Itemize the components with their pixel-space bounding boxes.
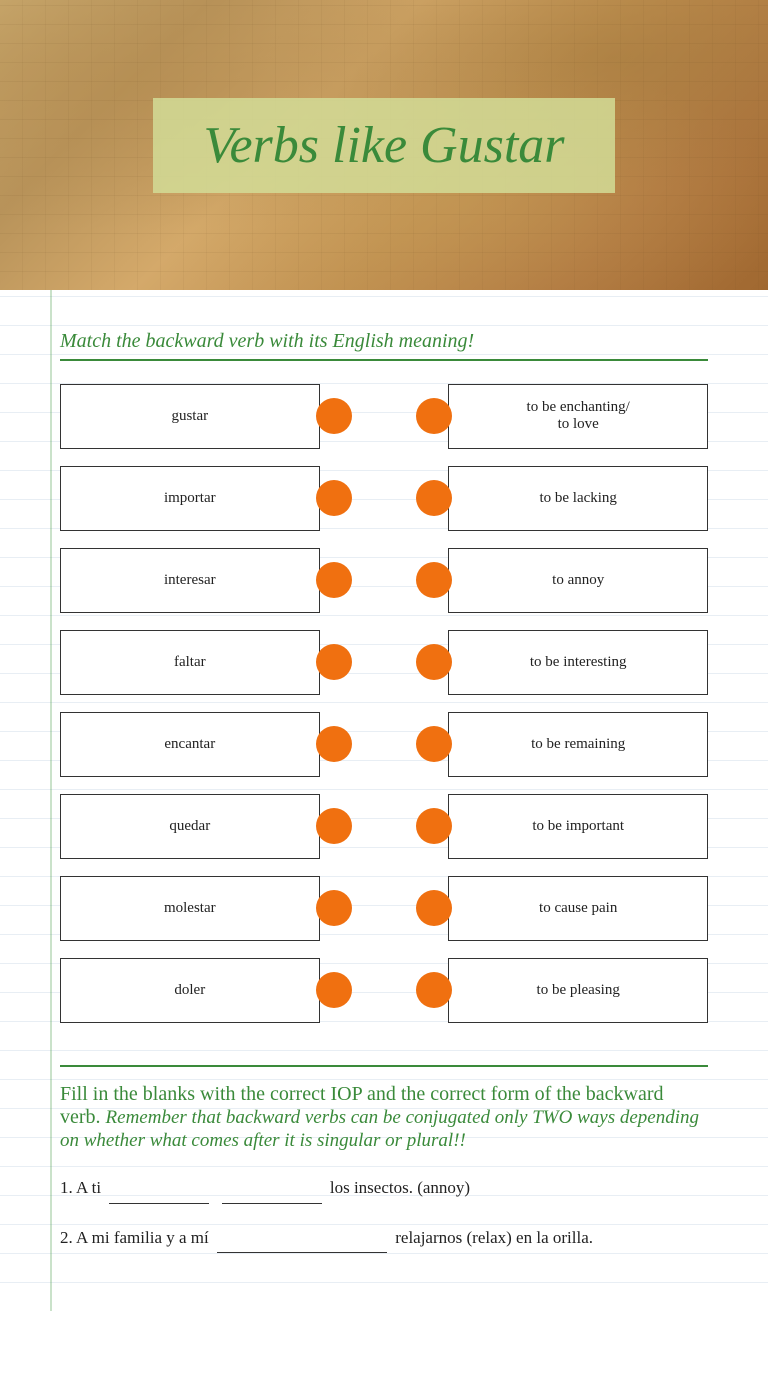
connector-dot[interactable] (316, 972, 352, 1008)
list-item: to be remaining (416, 709, 708, 779)
list-item: gustar (60, 381, 352, 451)
connector-dot[interactable] (316, 726, 352, 762)
blank-verb-1[interactable] (222, 1172, 322, 1204)
list-item: molestar (60, 873, 352, 943)
blank-iop-1[interactable] (109, 1172, 209, 1204)
list-item: interesar (60, 545, 352, 615)
connector-dot[interactable] (416, 398, 452, 434)
connector-dot[interactable] (416, 644, 452, 680)
connector-dot[interactable] (416, 890, 452, 926)
meaning-box-important[interactable]: to be important (448, 794, 708, 859)
list-item: to cause pain (416, 873, 708, 943)
section2-instructions: Fill in the blanks with the correct IOP … (60, 1083, 708, 1152)
connector-dot[interactable] (416, 562, 452, 598)
connector-dot[interactable] (316, 644, 352, 680)
section2: Fill in the blanks with the correct IOP … (60, 1065, 708, 1253)
verb-box-quedar[interactable]: quedar (60, 794, 320, 859)
meaning-box-annoy[interactable]: to annoy (448, 548, 708, 613)
header-banner: Verbs like Gustar (0, 0, 768, 290)
verb-box-interesar[interactable]: interesar (60, 548, 320, 613)
verb-box-encantar[interactable]: encantar (60, 712, 320, 777)
exercise-2: 2. A mi familia y a mí relajarnos (relax… (60, 1222, 708, 1254)
exercise-suffix-2: relajarnos (relax) en la orilla. (395, 1228, 593, 1247)
exercise-1: 1. A ti los insectos. (annoy) (60, 1172, 708, 1204)
meaning-box-pain[interactable]: to cause pain (448, 876, 708, 941)
exercise-number: 1. A ti (60, 1178, 105, 1197)
meaning-box-pleasing[interactable]: to be pleasing (448, 958, 708, 1023)
list-item: encantar (60, 709, 352, 779)
list-item: to be lacking (416, 463, 708, 533)
verb-box-molestar[interactable]: molestar (60, 876, 320, 941)
list-item: importar (60, 463, 352, 533)
exercises: 1. A ti los insectos. (annoy) 2. A mi fa… (60, 1172, 708, 1253)
verb-box-importar[interactable]: importar (60, 466, 320, 531)
instruction-italic: Remember that backward verbs can be conj… (60, 1107, 699, 1151)
verb-box-doler[interactable]: doler (60, 958, 320, 1023)
meaning-box-interesting[interactable]: to be interesting (448, 630, 708, 695)
section1-title: Match the backward verb with its English… (60, 330, 708, 361)
connector-dot[interactable] (316, 808, 352, 844)
exercise-number: 2. A mi familia y a mí (60, 1228, 213, 1247)
list-item: to be pleasing (416, 955, 708, 1025)
connector-dot[interactable] (316, 890, 352, 926)
verb-box-faltar[interactable]: faltar (60, 630, 320, 695)
meaning-box-enchanting[interactable]: to be enchanting/to love (448, 384, 708, 449)
title-box: Verbs like Gustar (153, 98, 614, 193)
verb-box-gustar[interactable]: gustar (60, 384, 320, 449)
matching-area: gustar importar interesar faltar encanta… (60, 381, 708, 1025)
list-item: to annoy (416, 545, 708, 615)
list-item: doler (60, 955, 352, 1025)
left-column: gustar importar interesar faltar encanta… (60, 381, 352, 1025)
connector-dot[interactable] (416, 726, 452, 762)
connector-dot[interactable] (416, 972, 452, 1008)
connector-dot[interactable] (316, 562, 352, 598)
list-item: to be enchanting/to love (416, 381, 708, 451)
meaning-box-remaining[interactable]: to be remaining (448, 712, 708, 777)
connector-dot[interactable] (316, 398, 352, 434)
list-item: faltar (60, 627, 352, 697)
connector-dot[interactable] (416, 808, 452, 844)
list-item: quedar (60, 791, 352, 861)
right-column: to be enchanting/to love to be lacking t… (416, 381, 708, 1025)
blank-verb-2[interactable] (217, 1222, 387, 1254)
list-item: to be interesting (416, 627, 708, 697)
list-item: to be important (416, 791, 708, 861)
connector-dot[interactable] (316, 480, 352, 516)
main-content: Match the backward verb with its English… (0, 290, 768, 1311)
meaning-box-lacking[interactable]: to be lacking (448, 466, 708, 531)
page-title: Verbs like Gustar (203, 116, 564, 175)
exercise-suffix-1: los insectos. (annoy) (330, 1178, 470, 1197)
connector-dot[interactable] (416, 480, 452, 516)
